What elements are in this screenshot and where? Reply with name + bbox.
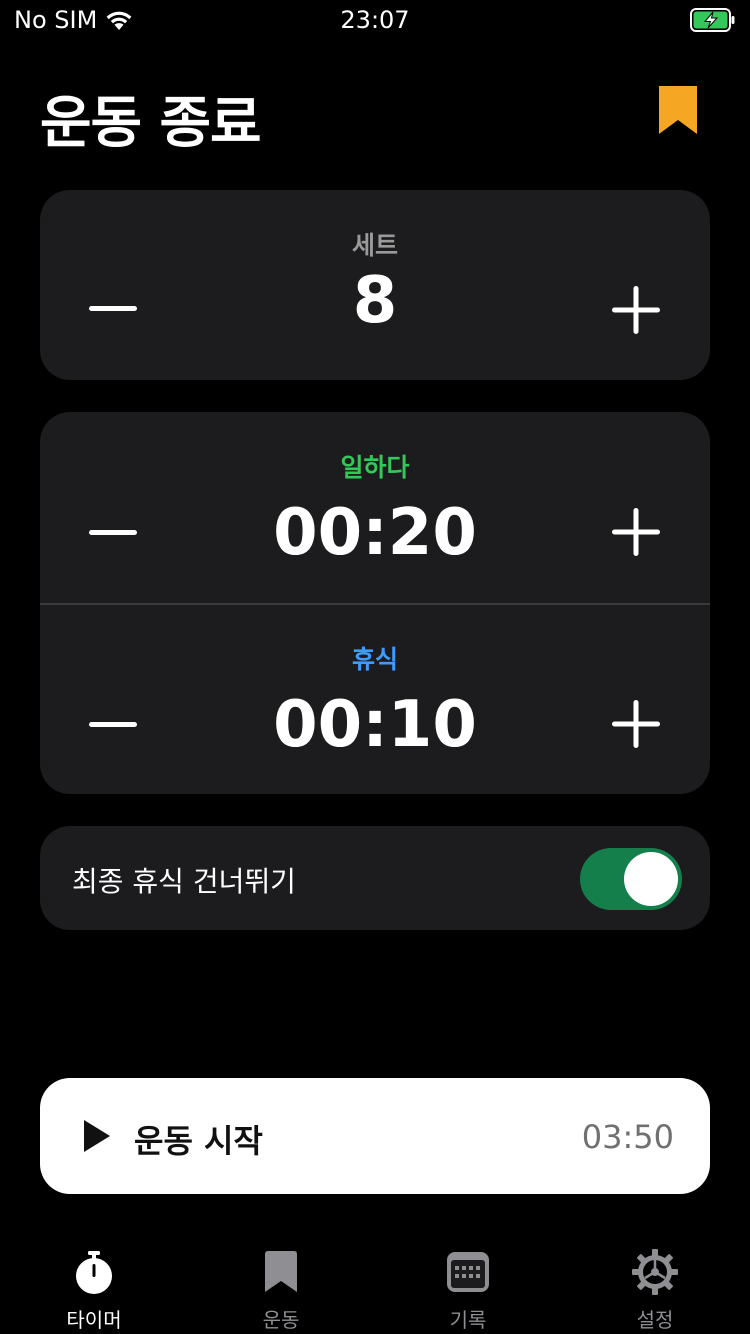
tab-label: 운동 (262, 1308, 300, 1332)
minus-icon (89, 306, 137, 311)
sets-decrement-button[interactable] (83, 278, 143, 338)
tab-timer[interactable]: 타이머 (34, 1238, 154, 1334)
tab-label: 기록 (449, 1308, 487, 1332)
interval-card: 일하다 00:20 휴식 00:10 (40, 412, 710, 794)
tab-workouts[interactable]: 운동 (221, 1238, 341, 1334)
rest-increment-button[interactable] (606, 694, 666, 754)
work-label: 일하다 (340, 453, 410, 482)
work-decrement-button[interactable] (83, 502, 143, 562)
tab-history[interactable]: 기록 (408, 1238, 528, 1334)
rest-label: 휴식 (351, 645, 398, 674)
plus-icon (612, 700, 660, 748)
calendar-icon (447, 1252, 489, 1292)
sets-label: 세트 (351, 231, 398, 260)
tab-label: 타이머 (66, 1308, 122, 1332)
skip-last-rest-row: 최종 휴식 건너뛰기 (40, 826, 710, 930)
status-time: 23:07 (340, 6, 410, 34)
status-bar: No SIM 23:07 (0, 0, 750, 40)
tab-settings[interactable]: 설정 (595, 1238, 715, 1334)
divider (40, 603, 710, 605)
plus-icon (612, 508, 660, 556)
rest-decrement-button[interactable] (83, 694, 143, 754)
gear-icon (632, 1249, 678, 1295)
battery-charging-icon (690, 8, 735, 32)
page-title: 운동 종료 (40, 91, 262, 156)
work-increment-button[interactable] (606, 502, 666, 562)
bookmark-button[interactable] (656, 86, 700, 134)
toggle-knob (624, 852, 678, 906)
start-workout-button[interactable]: 운동 시작 03:50 (40, 1078, 710, 1194)
sets-increment-button[interactable] (606, 280, 666, 340)
start-workout-label: 운동 시작 (134, 1122, 263, 1160)
bookmark-icon (659, 86, 697, 134)
sets-card: 세트 8 (40, 190, 710, 380)
skip-last-rest-label: 최종 휴식 건너뛰기 (72, 865, 296, 898)
minus-icon (89, 722, 137, 727)
bookmark-icon (265, 1251, 297, 1292)
play-icon (84, 1120, 110, 1152)
minus-icon (89, 530, 137, 535)
total-duration: 03:50 (581, 1118, 674, 1156)
tab-label: 설정 (636, 1308, 674, 1332)
tab-bar: 타이머 운동 기록 설정 (0, 1238, 750, 1334)
stopwatch-icon (76, 1251, 112, 1294)
plus-icon (612, 286, 660, 334)
timer-screen: No SIM 23:07 운동 종료 세트 8 일하다 00:20 휴식 00:… (0, 0, 750, 1334)
skip-last-rest-toggle[interactable] (580, 848, 682, 910)
